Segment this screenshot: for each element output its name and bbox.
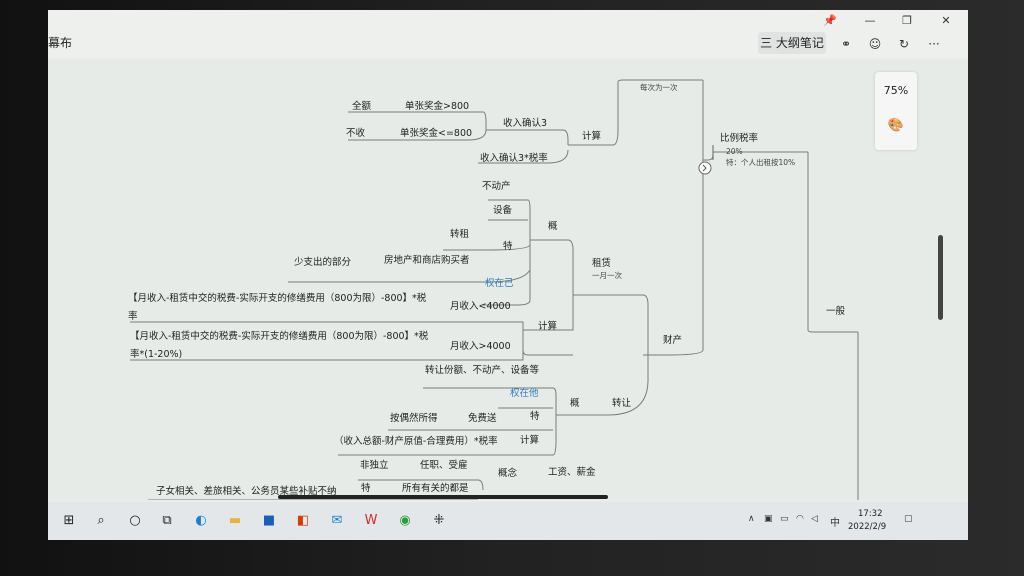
- node-shouru-3-shuilv[interactable]: 收入确认3*税率: [480, 150, 548, 164]
- zoom-panel: 75% 🎨: [875, 72, 917, 150]
- app-header: [48, 32, 968, 58]
- node-feiduli[interactable]: 非独立: [360, 457, 389, 471]
- more-button[interactable]: ···: [924, 34, 944, 54]
- node-quanzaiji[interactable]: 权在己: [485, 275, 514, 289]
- node-yue-gt4000[interactable]: 月收入>4000: [450, 338, 511, 352]
- node-gongzi[interactable]: 工资、薪金: [548, 464, 596, 478]
- node-jisuan-1[interactable]: 计算: [582, 128, 601, 142]
- node-formula-2[interactable]: 【月收入-租赁中交的税费-实际开支的修缮费用（800为限）-800】*税: [130, 328, 428, 342]
- minimize-button[interactable]: —: [856, 12, 884, 30]
- node-zulin[interactable]: 租赁: [592, 255, 611, 269]
- windows-start-icon[interactable]: ⊞: [60, 512, 78, 530]
- outline-notes-button[interactable]: 三 大纲笔记: [758, 32, 826, 54]
- node-shouru-queren3[interactable]: 收入确认3: [503, 115, 547, 129]
- search-icon[interactable]: ⌕: [92, 512, 110, 530]
- pin-icon[interactable]: 📌: [816, 12, 844, 30]
- mail-icon[interactable]: ✉: [328, 512, 346, 530]
- close-button[interactable]: ✕: [932, 12, 960, 30]
- node-te-3[interactable]: 特: [361, 480, 371, 494]
- node-formula-1b[interactable]: 率: [128, 308, 138, 322]
- refresh-icon[interactable]: ↻: [894, 34, 914, 54]
- node-yiban[interactable]: 一般: [826, 303, 845, 317]
- node-shebei[interactable]: 设备: [493, 202, 512, 216]
- node-danzhang-800[interactable]: 单张奖金>800: [405, 98, 469, 112]
- node-zhuanrang-fene[interactable]: 转让份额、不动产、设备等: [425, 362, 539, 376]
- node-20pct[interactable]: 20%: [726, 147, 743, 156]
- mindmap-canvas[interactable]: 每次为一次 全额 单张奖金>800 收入确认3 不收 单张奖金<=800 计算 …: [48, 60, 968, 500]
- cortana-icon[interactable]: ○: [126, 512, 144, 530]
- store-icon[interactable]: ■: [260, 512, 278, 530]
- node-formula-2b[interactable]: 率*(1-20%): [130, 346, 182, 360]
- palette-icon[interactable]: 🎨: [887, 118, 905, 136]
- node-budongchan[interactable]: 不动产: [482, 178, 511, 192]
- battery-icon[interactable]: ▭: [780, 514, 789, 524]
- node-yue-lt4000[interactable]: 月收入<4000: [450, 298, 511, 312]
- node-yiyue[interactable]: 一月一次: [592, 270, 622, 281]
- network-icon[interactable]: ◠: [796, 514, 804, 524]
- window-titlebar: 📌 — ❐ ✕: [48, 10, 968, 32]
- node-formula-3[interactable]: （收入总额-财产原值-合理费用）*税率: [334, 433, 498, 447]
- collaborate-icon[interactable]: ☺: [865, 34, 885, 54]
- node-caichan[interactable]: 财产: [663, 332, 682, 346]
- office-icon[interactable]: ◧: [294, 512, 312, 530]
- node-jisuan-3[interactable]: 计算: [520, 432, 539, 446]
- edge-icon[interactable]: ◐: [192, 512, 210, 530]
- file-explorer-icon[interactable]: ▬: [226, 512, 244, 530]
- node-suoyou[interactable]: 所有有关的都是: [402, 480, 469, 494]
- node-bushou[interactable]: 不收: [346, 125, 365, 139]
- restore-button[interactable]: ❐: [893, 12, 921, 30]
- node-renzhi[interactable]: 任职、受雇: [420, 457, 468, 471]
- node-quane[interactable]: 全额: [352, 98, 371, 112]
- taskbar: ⊞ ⌕ ○ ⧉ ◐ ▬ ■ ◧ ✉ W ◉ ⁜ ∧ ▣ ▭ ◠ ◁ 中 17:3…: [48, 502, 968, 540]
- node-bili-shuilv[interactable]: 比例税率: [720, 130, 758, 144]
- ime-indicator[interactable]: 中: [830, 514, 840, 529]
- task-view-icon[interactable]: ⧉: [158, 512, 176, 530]
- mubu-icon[interactable]: ⁜: [430, 512, 448, 530]
- node-te-2[interactable]: 特: [530, 408, 540, 422]
- node-jisuan-2[interactable]: 计算: [538, 318, 557, 332]
- node-gai-1[interactable]: 概: [548, 218, 558, 232]
- tray-app-icon[interactable]: ▣: [764, 514, 773, 524]
- wps-icon[interactable]: W: [362, 512, 380, 530]
- volume-icon[interactable]: ◁: [811, 514, 818, 524]
- screen: 📌 — ❐ ✕ 幕布 三 大纲笔记 ⚭ ☺ ↻ ··· 每次为一次 全额 单张奖…: [48, 10, 968, 540]
- node-danzhang-le800[interactable]: 单张奖金<=800: [400, 125, 472, 139]
- vertical-scrollbar[interactable]: [938, 235, 943, 320]
- share-nodes-icon[interactable]: ⚭: [836, 34, 856, 54]
- app-title: 幕布: [48, 36, 73, 50]
- node-gai-2[interactable]: 概: [570, 395, 580, 409]
- clock-date[interactable]: 2022/2/9: [848, 522, 886, 532]
- node-shaozhichu[interactable]: 少支出的部分: [294, 254, 351, 268]
- clock-time[interactable]: 17:32: [858, 509, 883, 519]
- node-fangdichan[interactable]: 房地产和商店购买者: [384, 252, 470, 266]
- horizontal-scrollbar[interactable]: [278, 495, 608, 499]
- node-zhuanrang[interactable]: 转让: [612, 395, 631, 409]
- zoom-level[interactable]: 75%: [875, 84, 917, 97]
- node-ouran[interactable]: 按偶然所得: [390, 410, 438, 424]
- node-cishu[interactable]: 每次为一次: [640, 82, 678, 93]
- node-zhuanzu[interactable]: 转租: [450, 226, 469, 240]
- chrome-icon[interactable]: ◉: [396, 512, 414, 530]
- node-gainian[interactable]: 概念: [498, 465, 517, 479]
- notifications-icon[interactable]: ▢: [904, 514, 913, 524]
- node-quanzaita[interactable]: 权在他: [510, 385, 539, 399]
- tray-chevron-icon[interactable]: ∧: [748, 514, 755, 524]
- node-te-1[interactable]: 特: [503, 238, 513, 252]
- node-mianfeisong[interactable]: 免费送: [468, 410, 497, 424]
- node-formula-1[interactable]: 【月收入-租赁中交的税费-实际开支的修缮费用（800为限）-800】*税: [128, 290, 426, 304]
- node-te-geren[interactable]: 特：个人出租按10%: [726, 157, 795, 168]
